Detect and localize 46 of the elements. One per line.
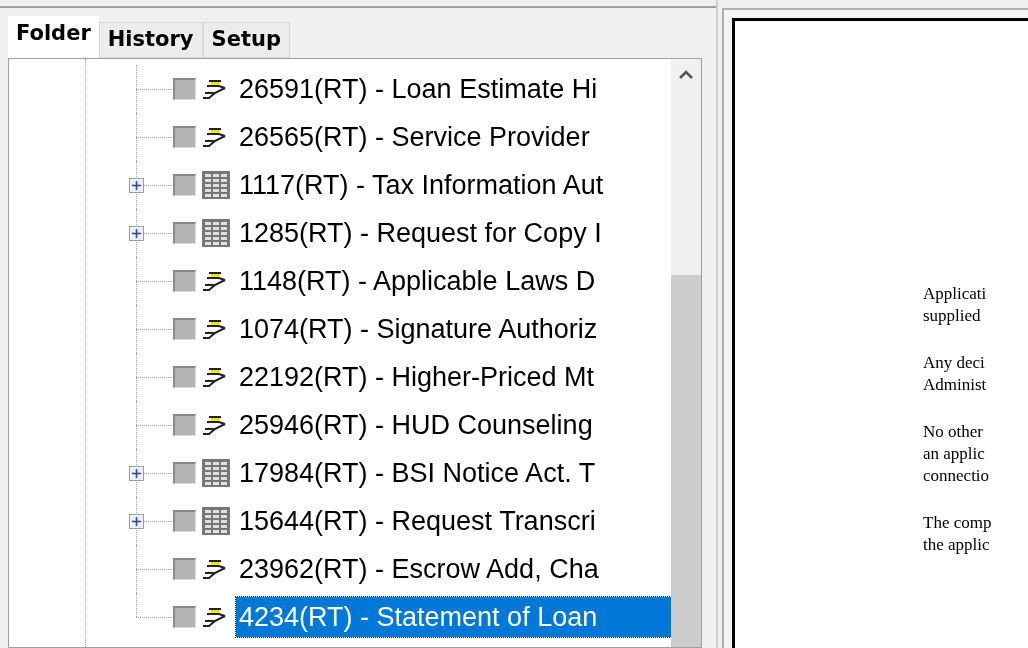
tree-item[interactable]: 4234(RT) - Statement of Loan — [236, 597, 671, 637]
document-text: Administ — [923, 374, 987, 396]
tree-item[interactable]: 1117(RT) - Tax Information Aut — [236, 165, 671, 205]
tab[interactable]: Folder — [8, 16, 99, 58]
grid-icon — [201, 506, 231, 536]
checkbox[interactable] — [173, 462, 196, 484]
checkbox[interactable] — [173, 270, 196, 292]
document-text: Any deci — [923, 352, 985, 374]
document-text: The comp — [923, 512, 992, 534]
scroll-thumb[interactable] — [671, 275, 701, 647]
document-text: connectio — [923, 465, 990, 487]
tree-item[interactable]: 25946(RT) - HUD Counseling — [236, 405, 671, 445]
checkbox[interactable] — [173, 78, 196, 100]
checkbox[interactable] — [173, 558, 196, 580]
tree-item[interactable]: 1285(RT) - Request for Copy I — [236, 213, 671, 253]
tree-item[interactable]: 22192(RT) - Higher-Priced Mt — [236, 357, 671, 397]
checkbox[interactable] — [173, 366, 196, 388]
checkbox[interactable] — [173, 174, 196, 196]
document-text: Applicati — [923, 283, 987, 305]
grid-icon — [201, 458, 231, 488]
tree-item[interactable]: 26565(RT) - Service Provider — [236, 117, 671, 157]
checkbox[interactable] — [173, 126, 196, 148]
tree-item[interactable]: 26591(RT) - Loan Estimate Hi — [236, 69, 671, 109]
document-text: an applic — [923, 443, 985, 465]
expand-button[interactable] — [129, 466, 144, 481]
document-text: the applic — [923, 534, 990, 556]
checkbox[interactable] — [173, 414, 196, 436]
tree-item[interactable]: 1074(RT) - Signature Authoriz — [236, 309, 671, 349]
expand-button[interactable] — [129, 514, 144, 529]
document-text: No other — [923, 421, 983, 443]
expand-button[interactable] — [129, 178, 144, 193]
tab[interactable]: Setup — [202, 22, 290, 58]
checkbox[interactable] — [173, 318, 196, 340]
tree-item[interactable]: 17984(RT) - BSI Notice Act. T — [236, 453, 671, 493]
tab[interactable]: History — [98, 22, 203, 58]
checkbox[interactable] — [173, 510, 196, 532]
tree-item[interactable]: 23962(RT) - Escrow Add, Cha — [236, 549, 671, 589]
checkbox[interactable] — [173, 222, 196, 244]
grid-icon — [201, 218, 231, 248]
scrollbar[interactable] — [671, 59, 701, 647]
checkbox[interactable] — [173, 606, 196, 628]
tree-item[interactable]: 1148(RT) - Applicable Laws D — [236, 261, 671, 301]
expand-button[interactable] — [129, 226, 144, 241]
tree-item[interactable]: 15644(RT) - Request Transcri — [236, 501, 671, 541]
grid-icon — [201, 170, 231, 200]
document-text: supplied — [923, 305, 981, 327]
